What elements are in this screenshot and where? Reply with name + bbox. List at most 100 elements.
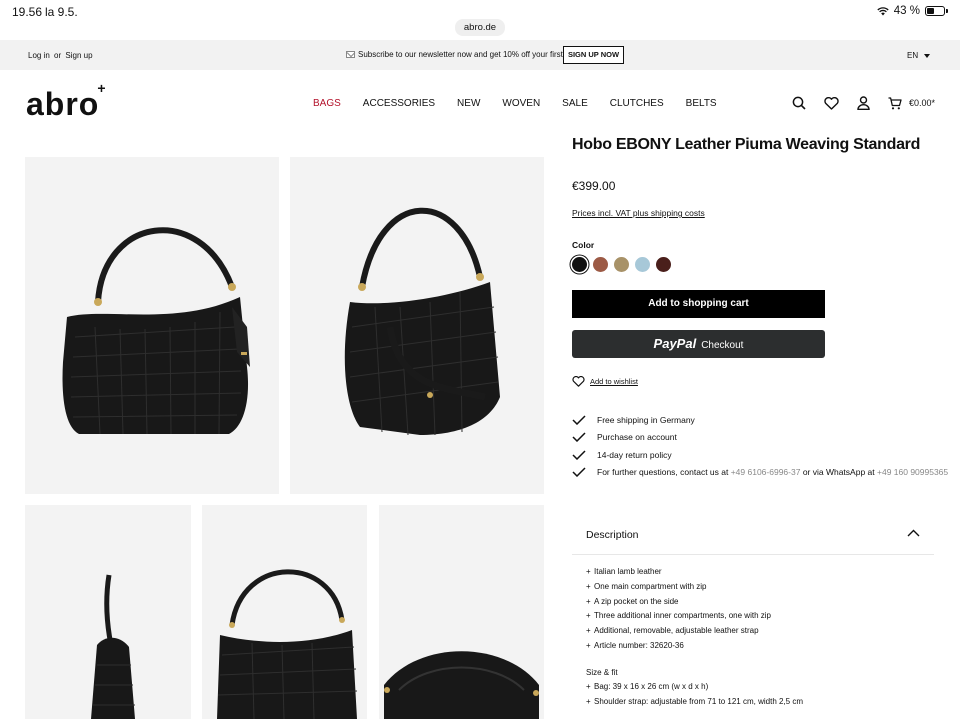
- auth-links: Log in or Sign up: [28, 51, 95, 60]
- benefit-returns: 14-day return policy: [597, 449, 672, 460]
- bag-profile-illustration: [91, 574, 135, 719]
- list-item: + Italian lamb leather: [586, 567, 771, 582]
- signup-link[interactable]: Sign up: [65, 51, 92, 60]
- product-image-profile[interactable]: [25, 505, 191, 719]
- feature-text: One main compartment with zip: [594, 581, 707, 591]
- chevron-up-icon: [907, 529, 920, 537]
- main-navigation: BAGS ACCESSORIES NEW WOVEN SALE CLUTCHES…: [313, 98, 717, 109]
- list-item: + One main compartment with zip: [586, 582, 771, 597]
- feature-text: A zip pocket on the side: [594, 596, 679, 606]
- announcement-bar: Log in or Sign up Subscribe to our newsl…: [0, 40, 960, 70]
- size-text: Shoulder strap: adjustable from 71 to 12…: [594, 696, 803, 706]
- color-swatch-black[interactable]: [572, 257, 587, 272]
- or-text: or: [54, 51, 62, 60]
- nav-sale[interactable]: SALE: [562, 98, 588, 109]
- account-icon[interactable]: [857, 96, 870, 110]
- list-item: + Three additional inner compartments, on…: [586, 611, 771, 626]
- wifi-icon: [877, 6, 889, 15]
- feature-text: Article number: 32620-36: [594, 640, 684, 650]
- product-title: Hobo EBONY Leather Piuma Weaving Standar…: [572, 136, 921, 153]
- feature-text: Additional, removable, adjustable leathe…: [594, 626, 759, 636]
- size-list: + Bag: 39 x 16 x 26 cm (w x d x h) + Shoul…: [586, 682, 803, 712]
- plus-icon: +: [586, 640, 591, 650]
- contact-prefix: For further questions, contact us at: [597, 467, 729, 478]
- benefit-item: Purchase on account: [572, 429, 948, 447]
- newsletter-text: Subscribe to our newsletter now and get …: [358, 50, 586, 59]
- login-link[interactable]: Log in: [28, 51, 50, 60]
- paypal-checkout-label: Checkout: [701, 340, 744, 351]
- color-swatch-dark-brown[interactable]: [656, 257, 671, 272]
- nav-woven[interactable]: WOVEN: [502, 98, 540, 109]
- description-title: Description: [586, 529, 639, 541]
- description-accordion-header[interactable]: Description: [572, 516, 934, 555]
- newsletter-signup-button[interactable]: SIGN UP NOW: [563, 46, 624, 64]
- nav-bags[interactable]: BAGS: [313, 98, 341, 109]
- battery-percent: 43 %: [893, 5, 920, 17]
- bag-angle-illustration: [217, 569, 358, 719]
- add-to-wishlist-link[interactable]: Add to wishlist: [572, 376, 638, 387]
- checkmark-icon: [572, 467, 586, 478]
- list-item: + Article number: 32620-36: [586, 641, 771, 656]
- benefit-item: Free shipping in Germany: [572, 411, 948, 429]
- feature-text: Italian lamb leather: [594, 567, 662, 576]
- cart-total: €0.00*: [909, 98, 936, 108]
- product-price: €399.00: [572, 179, 616, 193]
- bag-interior-illustration: [384, 651, 539, 719]
- status-time: 19.56: [12, 5, 43, 19]
- benefit-account: Purchase on account: [597, 432, 677, 443]
- nav-clutches[interactable]: CLUTCHES: [610, 98, 664, 109]
- nav-accessories[interactable]: ACCESSORIES: [363, 98, 435, 109]
- logo-text: abro: [26, 86, 100, 122]
- list-item: + Additional, removable, adjustable leath…: [586, 626, 771, 641]
- newsletter-promo: Subscribe to our newsletter now and get …: [346, 50, 586, 59]
- color-swatch-taupe[interactable]: [614, 257, 629, 272]
- status-bar: 19.56 la 9.5. 43 % abro.de: [0, 0, 960, 40]
- feature-text: Three additional inner compartments, one…: [594, 611, 771, 621]
- benefit-item: 14-day return policy: [572, 446, 948, 464]
- battery-tip: [946, 9, 948, 13]
- url-bar[interactable]: abro.de: [455, 19, 505, 36]
- status-date: la 9.5.: [45, 5, 78, 19]
- benefit-shipping: Free shipping in Germany: [597, 414, 695, 425]
- product-image-side[interactable]: [290, 157, 544, 494]
- product-image-interior[interactable]: [379, 505, 544, 719]
- heart-icon[interactable]: [824, 96, 839, 110]
- envelope-icon: [346, 51, 355, 58]
- list-item: + A zip pocket on the side: [586, 597, 771, 612]
- cart-button[interactable]: €0.00*: [888, 96, 936, 110]
- language-selector[interactable]: EN: [907, 51, 931, 60]
- color-swatch-light-blue[interactable]: [635, 257, 650, 272]
- plus-icon: +: [586, 581, 591, 591]
- list-item: + Shoulder strap: adjustable from 71 to 1…: [586, 697, 803, 712]
- checkmark-icon: [572, 450, 586, 460]
- add-to-cart-button[interactable]: Add to shopping cart: [572, 290, 825, 318]
- color-swatch-cognac[interactable]: [593, 257, 608, 272]
- list-item: + Bag: 39 x 16 x 26 cm (w x d x h): [586, 682, 803, 697]
- logo-mark: +: [97, 80, 107, 97]
- whatsapp-link[interactable]: +49 160 90995365: [877, 467, 948, 477]
- plus-icon: +: [586, 696, 591, 706]
- plus-icon: +: [586, 626, 591, 636]
- vat-shipping-link[interactable]: Prices incl. VAT plus shipping costs: [572, 208, 705, 218]
- chevron-down-icon: [924, 53, 931, 58]
- bag-front-illustration: [62, 227, 250, 435]
- checkmark-icon: [572, 415, 586, 425]
- language-label: EN: [907, 51, 919, 60]
- paypal-logo: PayPal: [653, 336, 697, 351]
- whatsapp-prefix: or via WhatsApp at: [802, 467, 875, 478]
- product-image-angle[interactable]: [202, 505, 367, 719]
- plus-icon: +: [586, 567, 591, 576]
- product-image-front[interactable]: [25, 157, 279, 494]
- nav-new[interactable]: NEW: [457, 98, 480, 109]
- search-icon[interactable]: [792, 96, 806, 110]
- bag-side-illustration: [344, 207, 500, 436]
- phone-link[interactable]: +49 6106-6996-37: [731, 467, 801, 477]
- battery-icon: [925, 6, 945, 16]
- paypal-checkout-button[interactable]: PayPal Checkout: [572, 330, 825, 358]
- site-logo[interactable]: abro+: [26, 80, 107, 123]
- color-swatches: [572, 257, 671, 272]
- size-fit-label: Size & fit: [586, 668, 618, 677]
- size-text: Bag: 39 x 16 x 26 cm (w x d x h): [594, 682, 709, 691]
- nav-belts[interactable]: BELTS: [686, 98, 717, 109]
- status-indicators: 43 %: [877, 5, 948, 17]
